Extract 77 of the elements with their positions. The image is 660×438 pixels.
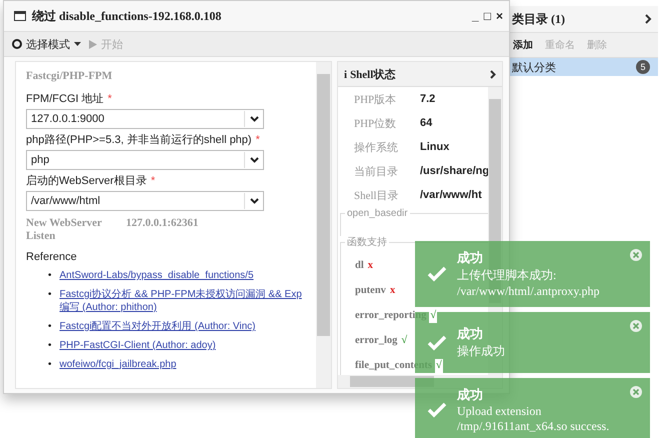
field-label: 启动的WebServer根目录 [26, 174, 147, 188]
panel-title: Shell状态 [350, 68, 396, 80]
status-label: 操作系统 [353, 140, 399, 154]
mode-dropdown-button[interactable]: 选择模式 [12, 36, 81, 52]
panel-header[interactable]: i Shell状态 [338, 62, 502, 87]
bullet: • [48, 339, 52, 352]
chevron-icon [490, 70, 496, 78]
check-icon [427, 266, 447, 282]
required-mark: * [108, 92, 112, 106]
select-field[interactable]: php [26, 150, 264, 170]
reference-link[interactable]: wofeiwo/fcgi_jailbreak.php [60, 358, 176, 371]
support-mark: √ [429, 308, 438, 322]
listen-label: New WebServer Listen [26, 217, 103, 243]
group-heading: Fastcgi/PHP-FPM [26, 70, 114, 83]
required-mark: * [256, 133, 260, 147]
panel-title: 类目录 (1) [512, 10, 565, 28]
reference-link[interactable]: AntSword-Labs/bypass_disable_functions/5 [60, 269, 254, 282]
category-item[interactable]: 默认分类 5 [508, 58, 658, 76]
window-title: 绕过 disable_functions-192.168.0.108 [32, 8, 222, 24]
check-icon [427, 334, 447, 350]
count-badge: 5 [636, 60, 650, 74]
fieldset-legend: open_basedir [345, 207, 410, 220]
window-icon [14, 11, 26, 21]
toast-message: Upload extension [457, 404, 542, 419]
close-icon[interactable] [630, 386, 642, 398]
bullet: • [48, 358, 52, 371]
status-value: Linux [419, 141, 450, 153]
status-value: /usr/share/ng [419, 165, 488, 177]
status-value: /var/www/ht [419, 189, 482, 201]
status-value: 7.2 [419, 93, 436, 105]
toast-title: 成功 [457, 386, 484, 404]
status-label: PHP版本 [353, 92, 398, 106]
close-icon[interactable] [630, 249, 642, 261]
toast-title: 成功 [457, 325, 484, 343]
bullet: • [48, 269, 52, 282]
close-icon[interactable] [630, 320, 642, 332]
category-name: 默认分类 [512, 60, 556, 74]
function-name: putenv [355, 284, 386, 298]
reference-link[interactable]: Fastcgi协议分析 && PHP-FPM未授权访问漏洞 && Exp编写 (Author: phithon) [60, 288, 306, 314]
status-value: 64 [419, 117, 432, 129]
reference-heading: Reference [26, 251, 78, 263]
listen-value: 127.0.0.1:62361 [126, 217, 198, 231]
chevron-down-icon [250, 157, 258, 163]
function-name: dl [355, 258, 364, 272]
caret-icon [74, 42, 81, 46]
toast-message: 上传代理脚本成功: [457, 267, 558, 284]
fieldset-legend: 函数支持 [345, 236, 389, 249]
chevron-down-icon [250, 116, 258, 122]
bullet: • [48, 288, 52, 302]
scrollbar[interactable] [316, 62, 331, 388]
chevron-down-icon [250, 198, 258, 204]
toast-message: 操作成功 [457, 343, 505, 360]
reference-link[interactable]: Fastcgi配置不当对外开放利用 (Author: Vinc) [60, 320, 256, 333]
chevron-icon[interactable] [644, 14, 652, 24]
reference-link[interactable]: PHP-FastCGI-Client (Author: adoy) [60, 339, 216, 352]
bullet: • [48, 320, 52, 333]
toast-message: /var/www/html/.antproxy.php [457, 284, 600, 299]
circle-icon [12, 39, 22, 49]
info-icon: i [344, 68, 348, 80]
toast-message: /tmp/.91611ant_x64.so success. [457, 419, 610, 434]
window-control[interactable]: _ [472, 9, 479, 23]
field-label: php路径(PHP>=5.3, 并非当前运行的shell php) [26, 133, 252, 147]
support-mark: √ [435, 358, 443, 372]
toast-title: 成功 [457, 249, 484, 267]
select-field[interactable]: /var/www/html [26, 191, 264, 211]
function-name: error_log [355, 334, 398, 348]
status-label: PHP位数 [353, 116, 398, 130]
field-label: FPM/FCGI 地址 [26, 92, 104, 106]
window-control[interactable]: × [496, 9, 503, 23]
check-icon [427, 402, 447, 418]
status-label: Shell目录 [353, 188, 400, 202]
window-control[interactable]: □ [484, 9, 491, 23]
select-field[interactable]: 127.0.0.1:9000 [26, 109, 264, 129]
toolbar-button[interactable]: 添加 [508, 36, 538, 54]
play-icon [89, 40, 97, 48]
required-mark: * [150, 174, 156, 188]
status-label: 当前目录 [353, 164, 399, 178]
